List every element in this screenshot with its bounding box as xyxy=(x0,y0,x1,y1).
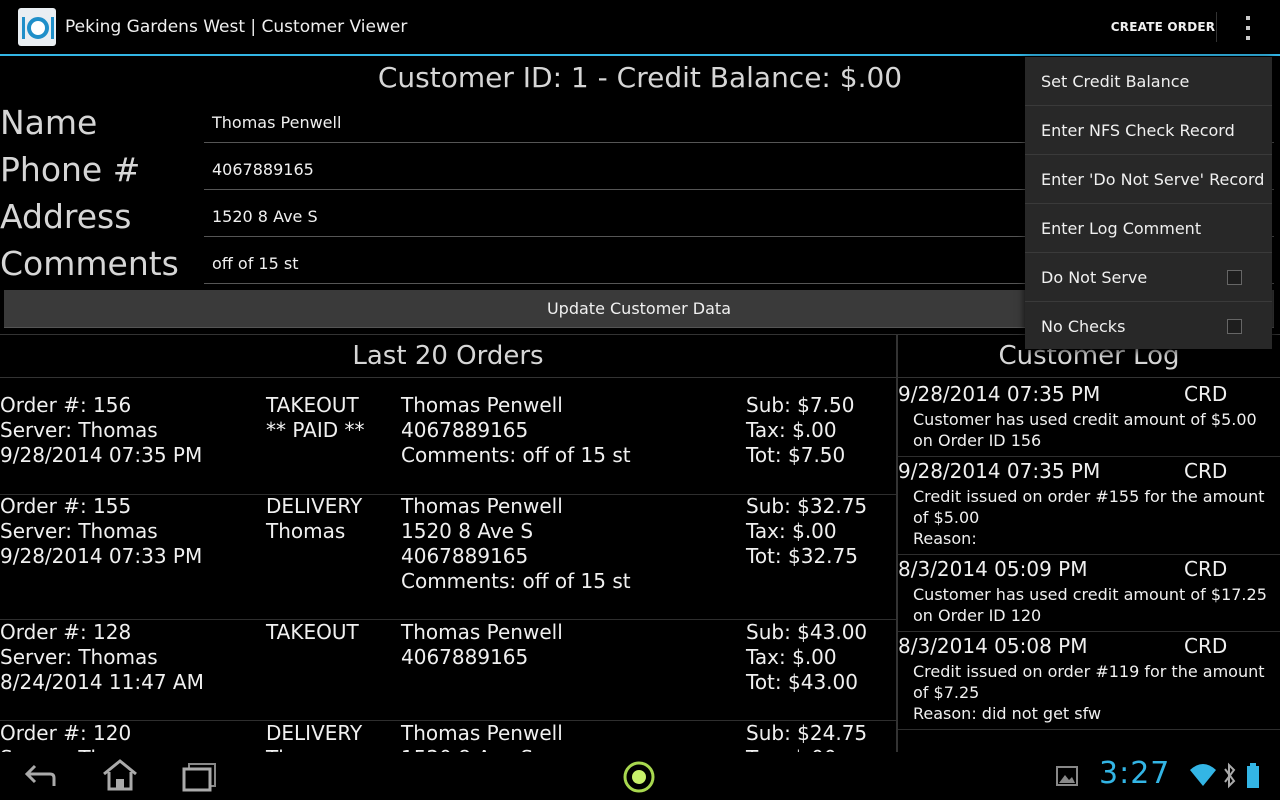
log-code: CRD xyxy=(1184,459,1228,483)
customer-log-list[interactable]: Customer Log 9/28/2014 07:35 PM CRD Cust… xyxy=(898,334,1280,752)
order-totals: Sub: $32.75 Tax: $.00 Tot: $32.75 xyxy=(746,494,868,568)
battery-icon xyxy=(1247,763,1259,788)
log-date: 8/3/2014 05:08 PM xyxy=(898,634,1088,658)
orders-list[interactable]: Last 20 Orders Order #: 156 Server: Thom… xyxy=(0,334,896,752)
order-row[interactable]: Order #: 120 Server: Thomas DELIVERY Tho… xyxy=(0,721,896,752)
log-entry[interactable]: 8/3/2014 05:09 PM CRD Customer has used … xyxy=(898,557,1280,632)
app-title: Peking Gardens West | Customer Viewer xyxy=(65,17,408,37)
log-entry[interactable]: 9/28/2014 07:35 PM CRD Credit issued on … xyxy=(898,459,1280,555)
order-type: DELIVERY Thomas xyxy=(266,494,363,543)
order-info: Order #: 155 Server: Thomas 9/28/2014 07… xyxy=(0,494,203,568)
log-text: Customer has used credit amount of $17.2… xyxy=(913,585,1267,625)
order-totals: Sub: $7.50 Tax: $.00 Tot: $7.50 xyxy=(746,393,855,467)
back-icon[interactable] xyxy=(20,752,60,800)
menu-enter-log-comment[interactable]: Enter Log Comment xyxy=(1025,204,1272,253)
menu-set-credit-balance[interactable]: Set Credit Balance xyxy=(1025,57,1272,106)
order-totals: Sub: $43.00 Tax: $.00 Tot: $43.00 xyxy=(746,620,868,694)
log-code: CRD xyxy=(1184,382,1228,406)
comments-label: Comments xyxy=(0,244,179,283)
order-type: DELIVERY Thomas xyxy=(266,721,363,752)
order-info: Order #: 128 Server: Thomas 8/24/2014 11… xyxy=(0,620,204,694)
create-order-button[interactable]: CREATE ORDER xyxy=(1108,0,1218,54)
action-bar-divider xyxy=(1216,12,1217,42)
log-text: Credit issued on order #155 for the amou… xyxy=(913,487,1265,548)
order-customer: Thomas Penwell 1520 8 Ave S 4067889165 C… xyxy=(401,494,631,593)
home-icon[interactable] xyxy=(100,752,140,800)
log-text: Credit issued on order #119 for the amou… xyxy=(913,662,1265,723)
app-menu-circle-icon[interactable] xyxy=(620,752,660,800)
name-label: Name xyxy=(0,103,98,142)
log-date: 8/3/2014 05:09 PM xyxy=(898,557,1088,581)
overflow-menu-icon[interactable] xyxy=(1230,10,1266,46)
order-row[interactable]: Order #: 156 Server: Thomas 9/28/2014 07… xyxy=(0,393,896,495)
no-checks-checkbox[interactable] xyxy=(1227,319,1242,334)
log-code: CRD xyxy=(1184,634,1228,658)
log-text: Customer has used credit amount of $5.00… xyxy=(913,410,1257,450)
menu-do-not-serve-label: Do Not Serve xyxy=(1041,267,1148,287)
phone-label: Phone # xyxy=(0,150,141,189)
log-entry[interactable]: 8/3/2014 05:08 PM CRD Credit issued on o… xyxy=(898,634,1280,730)
order-type: TAKEOUT xyxy=(266,620,359,644)
system-navigation-bar: 3:27 xyxy=(0,752,1280,800)
menu-no-checks-label: No Checks xyxy=(1041,317,1126,336)
menu-enter-nfs-check[interactable]: Enter NFS Check Record xyxy=(1025,106,1272,155)
order-totals: Sub: $24.75 Tax: $.00 xyxy=(746,721,868,752)
order-row[interactable]: Order #: 155 Server: Thomas 9/28/2014 07… xyxy=(0,494,896,620)
menu-no-checks[interactable]: No Checks xyxy=(1025,302,1272,351)
action-bar: Peking Gardens West | Customer Viewer CR… xyxy=(0,0,1280,56)
order-customer: Thomas Penwell 4067889165 xyxy=(401,620,563,669)
order-info: Order #: 156 Server: Thomas 9/28/2014 07… xyxy=(0,393,203,467)
gallery-notification-icon xyxy=(1056,766,1078,786)
menu-do-not-serve[interactable]: Do Not Serve xyxy=(1025,253,1272,302)
log-entry[interactable]: 9/28/2014 07:35 PM CRD Customer has used… xyxy=(898,382,1280,457)
order-customer: Thomas Penwell 1520 8 Ave S xyxy=(401,721,563,752)
status-clock: 3:27 xyxy=(1099,756,1171,791)
order-row[interactable]: Order #: 128 Server: Thomas 8/24/2014 11… xyxy=(0,620,896,721)
wifi-icon xyxy=(1190,764,1216,786)
log-date: 9/28/2014 07:35 PM xyxy=(898,459,1101,483)
log-code: CRD xyxy=(1184,557,1228,581)
order-customer: Thomas Penwell 4067889165 Comments: off … xyxy=(401,393,631,467)
log-date: 9/28/2014 07:35 PM xyxy=(898,382,1101,406)
address-label: Address xyxy=(0,197,132,236)
restaurant-plate-icon[interactable] xyxy=(18,8,56,46)
menu-enter-do-not-serve[interactable]: Enter 'Do Not Serve' Record xyxy=(1025,155,1272,204)
bluetooth-icon xyxy=(1224,762,1236,789)
order-type: TAKEOUT ** PAID ** xyxy=(266,393,365,442)
overflow-menu: Set Credit Balance Enter NFS Check Recor… xyxy=(1025,57,1272,349)
recent-apps-icon[interactable] xyxy=(180,752,220,800)
do-not-serve-checkbox[interactable] xyxy=(1227,270,1242,285)
order-info: Order #: 120 Server: Thomas xyxy=(0,721,158,752)
orders-title: Last 20 Orders xyxy=(0,335,896,378)
